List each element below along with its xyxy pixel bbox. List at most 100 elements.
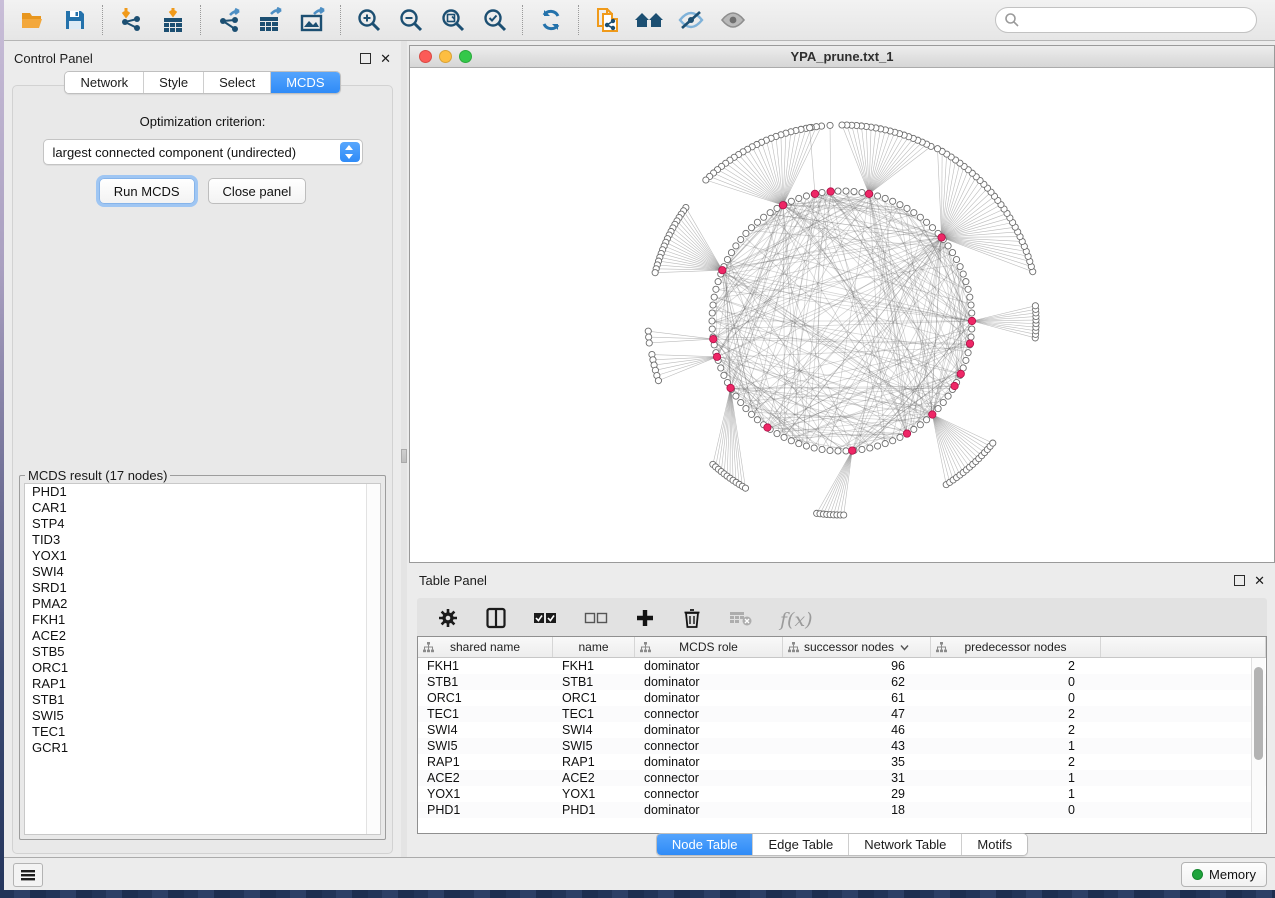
cell-successor-nodes: 43 [783, 739, 931, 753]
column-header-MCDS-role[interactable]: MCDS role [635, 637, 783, 657]
mcds-result-item[interactable]: GCR1 [25, 740, 380, 756]
float-panel-icon[interactable] [360, 53, 371, 64]
hide-selected-icon[interactable] [670, 3, 712, 37]
cell-predecessor-nodes: 1 [931, 771, 1101, 785]
import-network-icon[interactable] [110, 3, 152, 37]
table-row[interactable]: ACE2ACE2connector311 [418, 770, 1266, 786]
close-panel-icon[interactable]: ✕ [1254, 576, 1265, 585]
mcds-result-item[interactable]: RAP1 [25, 676, 380, 692]
open-file-icon[interactable] [12, 3, 54, 37]
memory-button[interactable]: Memory [1181, 862, 1267, 887]
minimize-window-icon[interactable] [439, 50, 452, 63]
first-neighbors-icon[interactable] [628, 3, 670, 37]
mcds-list-scrollbar[interactable] [366, 484, 380, 834]
network-window-title: YPA_prune.txt_1 [790, 49, 893, 64]
deselect-all-columns-icon[interactable] [584, 611, 608, 630]
function-builder-icon: f(x) [780, 609, 813, 631]
cell-shared-name: PHD1 [418, 803, 553, 817]
close-panel-icon[interactable]: ✕ [380, 54, 391, 63]
cell-successor-nodes: 18 [783, 803, 931, 817]
mcds-result-item[interactable]: STB5 [25, 644, 380, 660]
zoom-in-icon[interactable] [348, 3, 390, 37]
mcds-result-item[interactable]: SRD1 [25, 580, 380, 596]
mcds-result-item[interactable]: FKH1 [25, 612, 380, 628]
table-row[interactable]: TEC1TEC1connector472 [418, 706, 1266, 722]
table-scrollbar[interactable] [1251, 658, 1265, 832]
cell-predecessor-nodes: 2 [931, 659, 1101, 673]
delete-column-icon[interactable] [682, 607, 702, 634]
gear-icon[interactable] [437, 607, 459, 634]
toolbar-separator [578, 5, 580, 35]
mcds-result-item[interactable]: YOX1 [25, 548, 380, 564]
show-all-icon[interactable] [712, 3, 754, 37]
table-scrollbar-thumb[interactable] [1254, 667, 1263, 760]
zoom-selected-icon[interactable] [474, 3, 516, 37]
menu-list-button[interactable] [13, 863, 43, 887]
table-row[interactable]: RAP1RAP1dominator352 [418, 754, 1266, 770]
save-session-icon[interactable] [54, 3, 96, 37]
zoom-out-icon[interactable] [390, 3, 432, 37]
clone-network-icon[interactable] [586, 3, 628, 37]
table-tab-network-table[interactable]: Network Table [848, 834, 961, 855]
mcds-result-item[interactable]: CAR1 [25, 500, 380, 516]
cell-shared-name: FKH1 [418, 659, 553, 673]
cell-MCDS-role: dominator [635, 691, 783, 705]
table-row[interactable]: YOX1YOX1connector291 [418, 786, 1266, 802]
table-row[interactable]: SWI5SWI5connector431 [418, 738, 1266, 754]
mcds-result-item[interactable]: PMA2 [25, 596, 380, 612]
export-image-icon[interactable] [292, 3, 334, 37]
close-window-icon[interactable] [419, 50, 432, 63]
tab-style[interactable]: Style [143, 72, 203, 93]
export-network-icon[interactable] [208, 3, 250, 37]
import-table-icon[interactable] [152, 3, 194, 37]
close-panel-button[interactable]: Close panel [208, 178, 307, 204]
mcds-result-item[interactable]: PHD1 [25, 484, 380, 500]
tab-mcds[interactable]: MCDS [270, 72, 339, 93]
table-tab-motifs[interactable]: Motifs [961, 834, 1027, 855]
table-row[interactable]: PHD1PHD1dominator180 [418, 802, 1266, 818]
column-header-predecessor-nodes[interactable]: predecessor nodes [931, 637, 1101, 657]
mcds-result-item[interactable]: STP4 [25, 516, 380, 532]
mcds-result-item[interactable]: SWI4 [25, 564, 380, 580]
mcds-result-item[interactable]: ACE2 [25, 628, 380, 644]
mcds-result-item[interactable]: TEC1 [25, 724, 380, 740]
cell-name: TEC1 [553, 707, 635, 721]
select-all-columns-icon[interactable] [533, 611, 557, 630]
cell-predecessor-nodes: 2 [931, 707, 1101, 721]
toolbar-separator [200, 5, 202, 35]
zoom-fit-icon[interactable] [432, 3, 474, 37]
mcds-result-item[interactable]: TID3 [25, 532, 380, 548]
column-header-shared-name[interactable]: shared name [418, 637, 553, 657]
mcds-result-list[interactable]: PHD1CAR1STP4TID3YOX1SWI4SRD1PMA2FKH1ACE2… [24, 483, 381, 835]
search-input[interactable] [995, 7, 1257, 33]
network-canvas[interactable] [410, 67, 1274, 562]
cell-shared-name: YOX1 [418, 787, 553, 801]
optimization-criterion-dropdown[interactable]: largest connected component (undirected) [43, 139, 363, 165]
column-header-name[interactable]: name [553, 637, 635, 657]
cell-MCDS-role: dominator [635, 723, 783, 737]
table-tab-edge-table[interactable]: Edge Table [752, 834, 848, 855]
export-table-icon[interactable] [250, 3, 292, 37]
tab-network[interactable]: Network [65, 72, 143, 93]
mcds-result-item[interactable]: STB1 [25, 692, 380, 708]
maximize-window-icon[interactable] [459, 50, 472, 63]
column-header-successor-nodes[interactable]: successor nodes [783, 637, 931, 657]
node-table: shared namenameMCDS rolesuccessor nodesp… [417, 636, 1267, 834]
cell-MCDS-role: dominator [635, 659, 783, 673]
table-tab-node-table[interactable]: Node Table [657, 834, 753, 855]
run-mcds-button[interactable]: Run MCDS [99, 178, 195, 204]
split-view-icon[interactable] [486, 607, 506, 634]
tab-select[interactable]: Select [203, 72, 270, 93]
table-row[interactable]: ORC1ORC1dominator610 [418, 690, 1266, 706]
mcds-result-item[interactable]: ORC1 [25, 660, 380, 676]
table-row[interactable]: SWI4SWI4dominator462 [418, 722, 1266, 738]
cell-shared-name: RAP1 [418, 755, 553, 769]
refresh-layout-icon[interactable] [530, 3, 572, 37]
float-panel-icon[interactable] [1234, 575, 1245, 586]
table-row[interactable]: FKH1FKH1dominator962 [418, 658, 1266, 674]
table-row[interactable]: STB1STB1dominator620 [418, 674, 1266, 690]
mcds-result-item[interactable]: SWI5 [25, 708, 380, 724]
cell-name: YOX1 [553, 787, 635, 801]
add-column-icon[interactable] [635, 608, 655, 633]
cell-successor-nodes: 62 [783, 675, 931, 689]
